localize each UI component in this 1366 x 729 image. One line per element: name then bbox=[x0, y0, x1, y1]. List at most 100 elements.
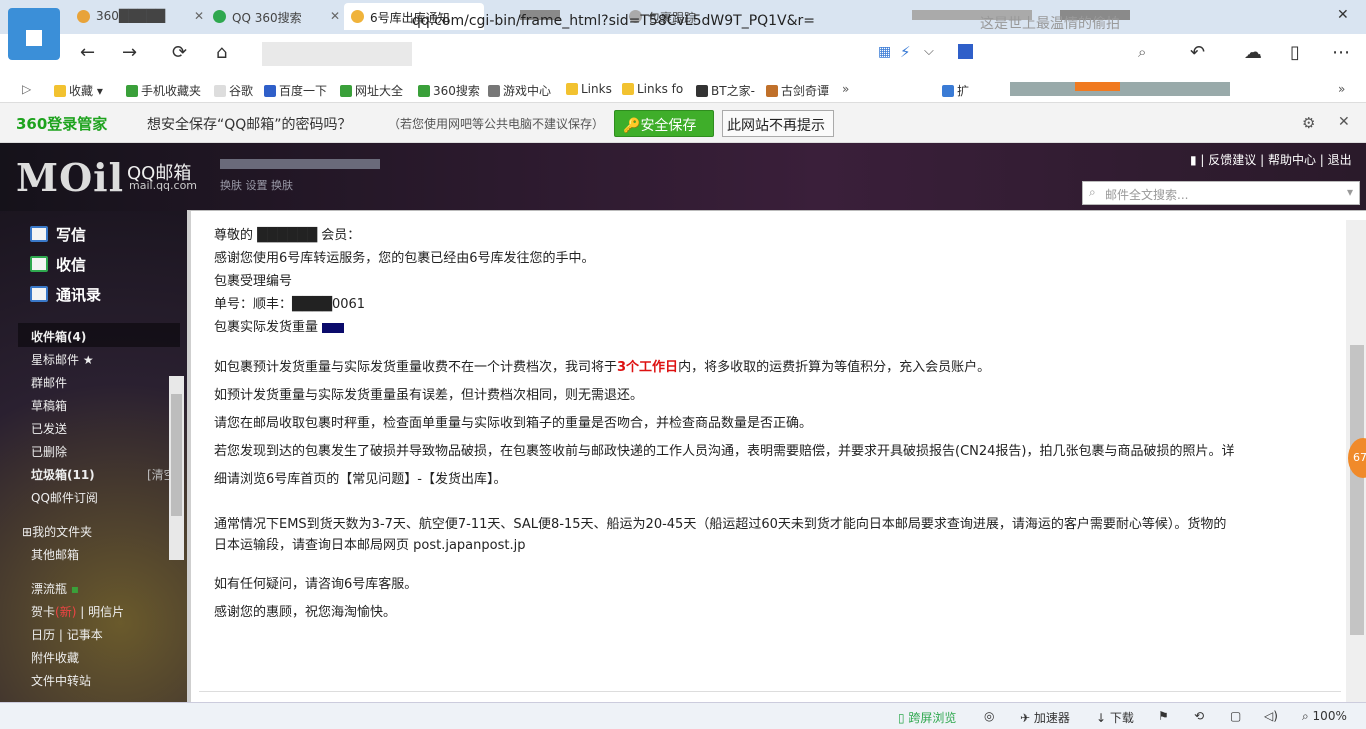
bookmark-item[interactable]: 收藏 ▾ bbox=[54, 82, 103, 99]
card-links: 贺卡(新) | 明信片 bbox=[31, 605, 125, 619]
folder-sent[interactable]: 已发送 bbox=[31, 420, 67, 437]
file-transfer-link[interactable]: 文件中转站 bbox=[31, 672, 91, 689]
header-links[interactable]: 换肤 设置 换肤 bbox=[220, 177, 293, 193]
more-bookmarks-icon[interactable]: » bbox=[1338, 82, 1345, 96]
phone-icon[interactable]: ▮ bbox=[1190, 153, 1197, 167]
bookmark-folder[interactable]: Links bbox=[566, 82, 612, 96]
write-button[interactable]: 写信 bbox=[30, 224, 86, 245]
infobar-note: （若您使用网吧等公共电脑不建议保存） bbox=[388, 117, 605, 131]
never-prompt-button[interactable]: 此网站不再提示 bbox=[722, 110, 834, 137]
calendar-link[interactable]: 日历 bbox=[31, 628, 55, 642]
contacts-icon bbox=[30, 286, 48, 302]
accelerator-button[interactable]: ✈ 加速器 bbox=[1020, 709, 1070, 726]
bookmark-item[interactable]: BT之家- bbox=[696, 82, 755, 99]
bookmark-item[interactable]: 网址大全 bbox=[340, 82, 403, 99]
sidebar-scroll-thumb[interactable] bbox=[171, 394, 182, 516]
lightning-icon[interactable]: ⚡ bbox=[900, 43, 911, 61]
tracking-number: 单号：顺丰：████0061 bbox=[214, 297, 366, 312]
close-icon[interactable]: ✕ bbox=[1338, 114, 1350, 130]
web-search-input[interactable]: 这是世上最温情的偷拍 bbox=[956, 8, 1160, 34]
home-icon[interactable]: ⌂ bbox=[216, 42, 227, 63]
my-folders[interactable]: ⊞我的文件夹 bbox=[22, 523, 92, 540]
chevron-down-icon[interactable]: ▾ bbox=[1347, 185, 1353, 199]
card-link[interactable]: 贺卡 bbox=[31, 605, 55, 619]
bookmark-item[interactable]: 谷歌 bbox=[214, 82, 253, 99]
folder-inbox[interactable]: 收件箱(4) bbox=[31, 328, 86, 345]
cloud-icon[interactable]: ☁ bbox=[1244, 42, 1262, 63]
folder-subscribe[interactable]: QQ邮件订阅 bbox=[31, 489, 98, 506]
forward-icon[interactable]: → bbox=[122, 42, 137, 63]
qr-code-icon[interactable]: ▦ bbox=[878, 44, 891, 60]
more-bookmarks-icon[interactable]: » bbox=[842, 82, 849, 96]
tab-360[interactable]: 360█████ ✕ bbox=[70, 3, 210, 30]
folder-spam[interactable]: 垃圾箱(11) bbox=[31, 466, 95, 483]
bookmark-item[interactable]: 扩 bbox=[942, 82, 969, 99]
bookmark-label: 百度一下 bbox=[279, 84, 328, 98]
undo-icon[interactable]: ↶ bbox=[1190, 42, 1205, 63]
help-link[interactable]: 帮助中心 bbox=[1268, 153, 1316, 167]
mail-domain: mail.qq.com bbox=[129, 179, 198, 192]
bookmark-item[interactable]: 360搜索 bbox=[418, 82, 480, 99]
more-icon[interactable]: ⋯ bbox=[1332, 42, 1350, 63]
folder-group[interactable]: 群邮件 bbox=[31, 374, 67, 391]
bookmark-label: 古剑奇谭 bbox=[781, 84, 830, 98]
greeting: 尊敬的 ██████ 会员： bbox=[214, 228, 361, 243]
attachments-link[interactable]: 附件收藏 bbox=[31, 649, 79, 666]
sidebar-toggle-icon[interactable]: ▷ bbox=[22, 82, 31, 96]
folder-starred[interactable]: 星标邮件 ★ bbox=[31, 351, 94, 368]
weight-label: 包裹实际发货重量 bbox=[214, 320, 319, 335]
back-icon[interactable]: ← bbox=[80, 42, 95, 63]
bookmark-folder[interactable]: Links fo bbox=[622, 82, 683, 96]
receive-label: 收信 bbox=[56, 256, 87, 274]
cross-screen-button[interactable]: ▯ 跨屏浏览 bbox=[898, 709, 956, 726]
feedback-link[interactable]: 反馈建议 bbox=[1208, 153, 1256, 167]
window-icon[interactable]: ▯ bbox=[1290, 42, 1300, 63]
volume-icon[interactable]: ◁) bbox=[1264, 709, 1278, 723]
body-line: 日本运输段，请查询日本邮局网页 post.japanpost.jp bbox=[214, 538, 526, 553]
gear-icon[interactable]: ⚙ bbox=[1302, 114, 1315, 132]
folder-icon bbox=[622, 83, 634, 95]
chevron-down-icon[interactable]: ⌵ bbox=[924, 44, 934, 59]
search-engine-icon[interactable] bbox=[958, 44, 973, 59]
badge-count: 67 bbox=[1353, 451, 1366, 464]
address-bar[interactable]: qq.com/cgi-bin/frame_html?sid=T58CvL5dW9… bbox=[262, 8, 944, 34]
folder-drafts[interactable]: 草稿箱 bbox=[31, 397, 67, 414]
refresh-icon[interactable]: ⟲ bbox=[1194, 709, 1204, 723]
body-line: 包裹受理编号 bbox=[214, 274, 293, 289]
drift-bottle-link[interactable]: 漂流瓶 ▪ bbox=[31, 580, 79, 597]
download-button[interactable]: ↓ 下载 bbox=[1096, 709, 1134, 726]
logout-link[interactable]: 退出 bbox=[1328, 153, 1352, 167]
bookmark-label: Links bbox=[581, 82, 612, 96]
mail-search-input[interactable]: ⌕ 邮件全文搜索... ▾ bbox=[1082, 181, 1360, 205]
my-folders-label: 我的文件夹 bbox=[32, 525, 93, 539]
contacts-button[interactable]: 通讯录 bbox=[30, 284, 101, 305]
body-line: 若您发现到达的包裹发生了破损并导致物品破损，在包裹签收前与邮政快递的工作人员沟通… bbox=[214, 444, 1235, 459]
expand-icon: ⊞ bbox=[22, 525, 33, 539]
bookmark-item[interactable]: 古剑奇谭 bbox=[766, 82, 829, 99]
postcard-link[interactable]: 明信片 bbox=[88, 605, 124, 619]
browser-status-bar: ▯ 跨屏浏览 ◎ ✈ 加速器 ↓ 下载 ⚑ ⟲ ▢ ◁) ⌕ 100% bbox=[0, 702, 1366, 729]
speed-icon[interactable]: ◎ bbox=[984, 709, 994, 723]
zoom-label: 100% bbox=[1312, 709, 1347, 723]
top-links: ▮ | 反馈建议 | 帮助中心 | 退出 bbox=[1190, 153, 1352, 167]
app-icon bbox=[942, 85, 954, 97]
notes-link[interactable]: 记事本 bbox=[67, 628, 103, 642]
receive-button[interactable]: 收信 bbox=[30, 254, 86, 275]
close-window-icon[interactable]: ✕ bbox=[1337, 7, 1349, 23]
bookmark-item[interactable]: 手机收藏夹 bbox=[126, 82, 201, 99]
refresh-icon[interactable]: ⟳ bbox=[172, 42, 187, 63]
close-icon[interactable]: ✕ bbox=[194, 9, 204, 23]
folder-deleted[interactable]: 已删除 bbox=[31, 443, 67, 460]
browser-logo[interactable] bbox=[8, 8, 60, 60]
flag-icon[interactable]: ⚑ bbox=[1158, 709, 1169, 723]
search-icon[interactable]: ⌕ bbox=[1138, 43, 1146, 61]
content-scroll-thumb[interactable] bbox=[1350, 345, 1364, 635]
window-icon[interactable]: ▢ bbox=[1230, 709, 1241, 723]
bookmark-item[interactable]: 游戏中心 bbox=[488, 82, 551, 99]
safe-save-button[interactable]: 🔑安全保存 bbox=[614, 110, 714, 137]
bookmark-item[interactable]: 百度一下 bbox=[264, 82, 327, 99]
game-icon bbox=[766, 85, 778, 97]
mail-logo[interactable]: MOil bbox=[16, 155, 124, 200]
other-mailboxes[interactable]: 其他邮箱 bbox=[31, 546, 79, 563]
zoom-control[interactable]: ⌕ 100% bbox=[1302, 709, 1347, 724]
